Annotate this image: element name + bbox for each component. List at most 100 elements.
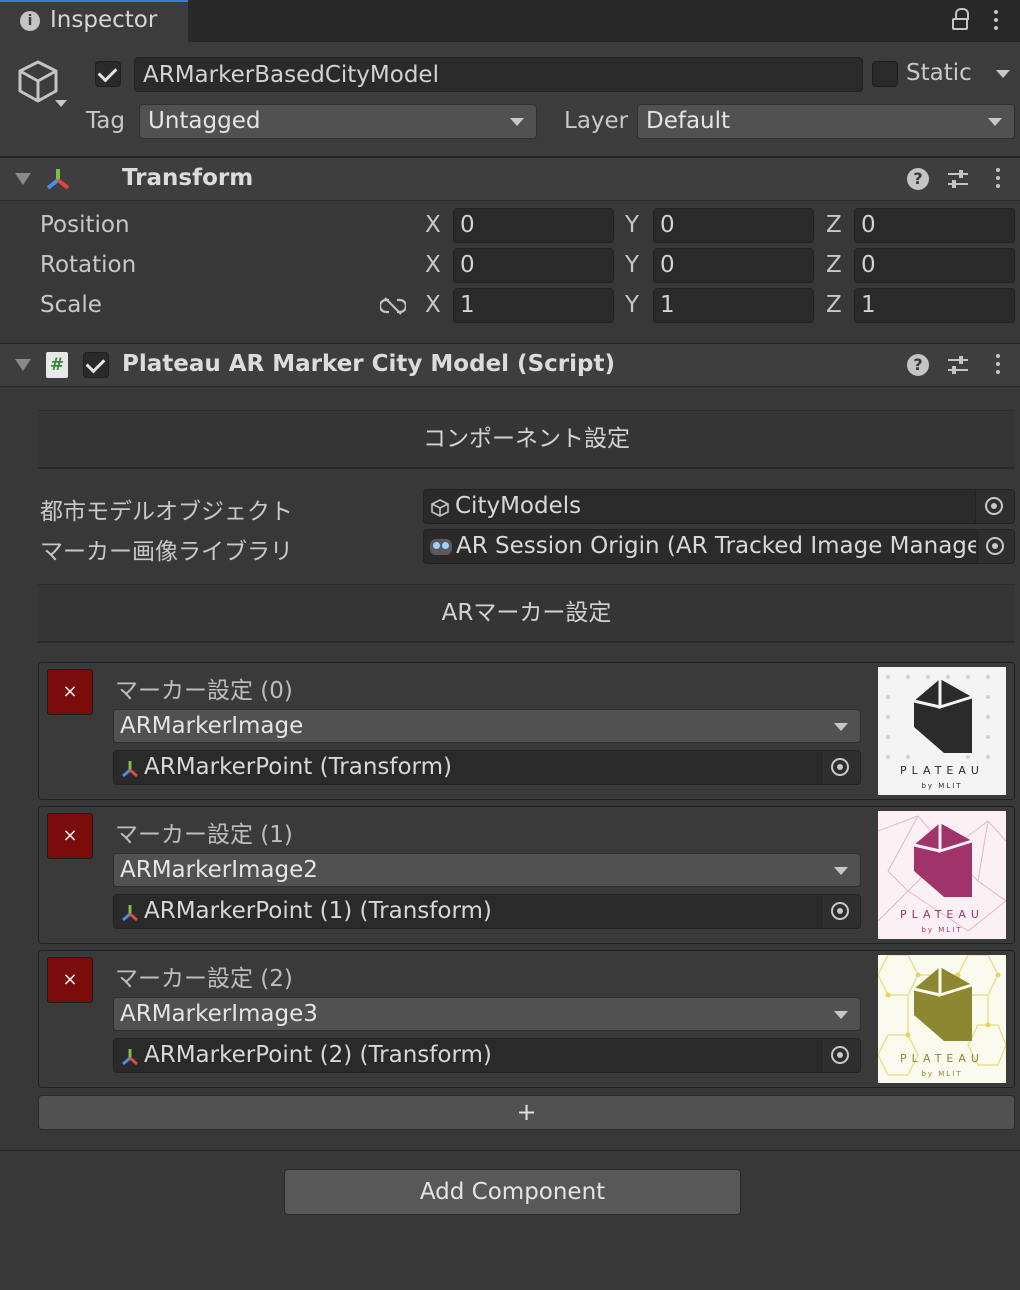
- rotation-z-field[interactable]: 0: [854, 248, 1015, 283]
- scale-z-field[interactable]: 1: [854, 288, 1015, 323]
- script-enabled-checkbox[interactable]: [83, 352, 109, 378]
- script-title: Plateau AR Marker City Model (Script): [122, 351, 615, 377]
- rotation-y-field[interactable]: 0: [653, 248, 814, 283]
- gameobject-cube-icon: [431, 499, 449, 517]
- remove-button[interactable]: ×: [47, 669, 93, 715]
- scale-y-field[interactable]: 1: [653, 288, 814, 323]
- script-header[interactable]: # Plateau AR Marker City Model (Script) …: [0, 343, 1020, 387]
- transform-icon: [122, 905, 138, 922]
- marker-image-dropdown[interactable]: ARMarkerImage2: [113, 853, 861, 887]
- foldout-arrow-icon[interactable]: [15, 359, 31, 371]
- marker-library-field[interactable]: AR Session Origin (AR Tracked Image Mana…: [423, 529, 1015, 564]
- preset-icon[interactable]: [947, 168, 969, 190]
- marker-point-value: ARMarkerPoint (2) (Transform): [144, 1042, 492, 1068]
- rotation-label: Rotation: [40, 252, 137, 278]
- component-menu-icon[interactable]: [996, 168, 1000, 192]
- object-picker-icon: [831, 758, 849, 776]
- tag-dropdown[interactable]: Untagged: [139, 104, 537, 139]
- marker-label: マーカー設定 (1): [115, 822, 293, 848]
- tab-inspector[interactable]: i Inspector: [0, 0, 188, 42]
- thumb-sub: by MLIT: [921, 1070, 962, 1078]
- object-picker[interactable]: [821, 751, 860, 784]
- marker-card: × マーカー設定 (0) ARMarkerImage ARMarkerPoint…: [38, 662, 1015, 800]
- static-checkbox[interactable]: [872, 61, 898, 87]
- axis-z-label[interactable]: Z: [826, 292, 842, 318]
- axis-z-label[interactable]: Z: [826, 212, 842, 238]
- city-model-value: CityModels: [455, 493, 582, 519]
- icon-dropdown-caret[interactable]: [55, 100, 67, 107]
- foldout-arrow-icon[interactable]: [15, 173, 31, 185]
- position-x-field[interactable]: 0: [453, 208, 614, 243]
- axis-y-label[interactable]: Y: [625, 212, 639, 238]
- rotation-x-field[interactable]: 0: [453, 248, 614, 283]
- tag-value: Untagged: [148, 108, 261, 134]
- link-broken-icon[interactable]: [380, 296, 406, 316]
- add-component-label: Add Component: [419, 1179, 606, 1205]
- tab-title: Inspector: [50, 7, 158, 33]
- add-component-button[interactable]: Add Component: [284, 1169, 741, 1215]
- marker-thumbnail: PLATEAU by MLIT: [878, 667, 1006, 795]
- city-model-field[interactable]: CityModels: [423, 489, 1015, 524]
- transform-icon: [122, 1049, 138, 1066]
- static-dropdown-caret[interactable]: [996, 70, 1010, 78]
- marker-thumbnail: PLATEAU by MLIT: [878, 955, 1006, 1083]
- marker-image-dropdown[interactable]: ARMarkerImage3: [113, 997, 861, 1031]
- object-picker-icon: [986, 537, 1004, 555]
- marker-card: × マーカー設定 (2) ARMarkerImage3 ARMarkerPoin…: [38, 950, 1015, 1088]
- object-picker-icon: [831, 902, 849, 920]
- position-z-value: 0: [861, 212, 876, 238]
- transform-icon: [122, 761, 138, 778]
- check-icon: [85, 353, 106, 374]
- marker-point-field[interactable]: ARMarkerPoint (1) (Transform): [113, 894, 861, 929]
- help-icon[interactable]: ?: [907, 168, 929, 190]
- marker-point-field[interactable]: ARMarkerPoint (Transform): [113, 750, 861, 785]
- axis-x-label[interactable]: X: [425, 292, 441, 318]
- scale-x-field[interactable]: 1: [453, 288, 614, 323]
- position-z-field[interactable]: 0: [854, 208, 1015, 243]
- add-marker-label: +: [516, 1098, 537, 1126]
- active-checkbox[interactable]: [95, 61, 121, 87]
- scale-y-value: 1: [660, 292, 675, 318]
- help-icon[interactable]: ?: [907, 354, 929, 376]
- tab-menu-icon[interactable]: [994, 10, 998, 34]
- position-label: Position: [40, 212, 130, 238]
- component-menu-icon[interactable]: [996, 354, 1000, 378]
- axis-y-label[interactable]: Y: [625, 252, 639, 278]
- city-model-label: 都市モデルオブジェクト: [40, 499, 293, 525]
- axis-z-label[interactable]: Z: [826, 252, 842, 278]
- marker-point-field[interactable]: ARMarkerPoint (2) (Transform): [113, 1038, 861, 1073]
- object-picker[interactable]: [821, 895, 860, 928]
- position-x-value: 0: [460, 212, 475, 238]
- thumb-sub: by MLIT: [921, 782, 962, 790]
- axis-x-label[interactable]: X: [425, 252, 441, 278]
- object-name-field[interactable]: ARMarkerBasedCityModel: [134, 57, 863, 92]
- axis-y-label[interactable]: Y: [625, 292, 639, 318]
- axis-x-label[interactable]: X: [425, 212, 441, 238]
- rotation-y-value: 0: [660, 252, 675, 278]
- dropdown-caret-icon: [834, 723, 848, 731]
- object-picker[interactable]: [975, 490, 1014, 523]
- ar-session-icon: [430, 539, 452, 555]
- rotation-z-value: 0: [861, 252, 876, 278]
- remove-button[interactable]: ×: [47, 957, 93, 1003]
- marker-label: マーカー設定 (2): [115, 966, 293, 992]
- check-icon: [97, 62, 118, 83]
- scale-x-value: 1: [460, 292, 475, 318]
- tag-label: Tag: [86, 108, 125, 134]
- position-y-field[interactable]: 0: [653, 208, 814, 243]
- marker-point-value: ARMarkerPoint (Transform): [144, 754, 452, 780]
- transform-header[interactable]: Transform ?: [0, 157, 1020, 201]
- object-picker[interactable]: [821, 1039, 860, 1072]
- thumb-sub: by MLIT: [921, 926, 962, 934]
- section-header-ar-marker-settings: ARマーカー設定: [38, 584, 1015, 643]
- marker-point-value: ARMarkerPoint (1) (Transform): [144, 898, 492, 924]
- marker-image-dropdown[interactable]: ARMarkerImage: [113, 709, 861, 743]
- object-picker[interactable]: [977, 530, 1014, 563]
- marker-card: × マーカー設定 (1) ARMarkerImage2 ARMarkerPoin…: [38, 806, 1015, 944]
- lock-icon[interactable]: [952, 8, 970, 32]
- marker-image-value: ARMarkerImage: [120, 713, 304, 739]
- remove-button[interactable]: ×: [47, 813, 93, 859]
- preset-icon[interactable]: [947, 354, 969, 376]
- add-marker-button[interactable]: +: [38, 1095, 1015, 1130]
- layer-dropdown[interactable]: Default: [637, 104, 1015, 139]
